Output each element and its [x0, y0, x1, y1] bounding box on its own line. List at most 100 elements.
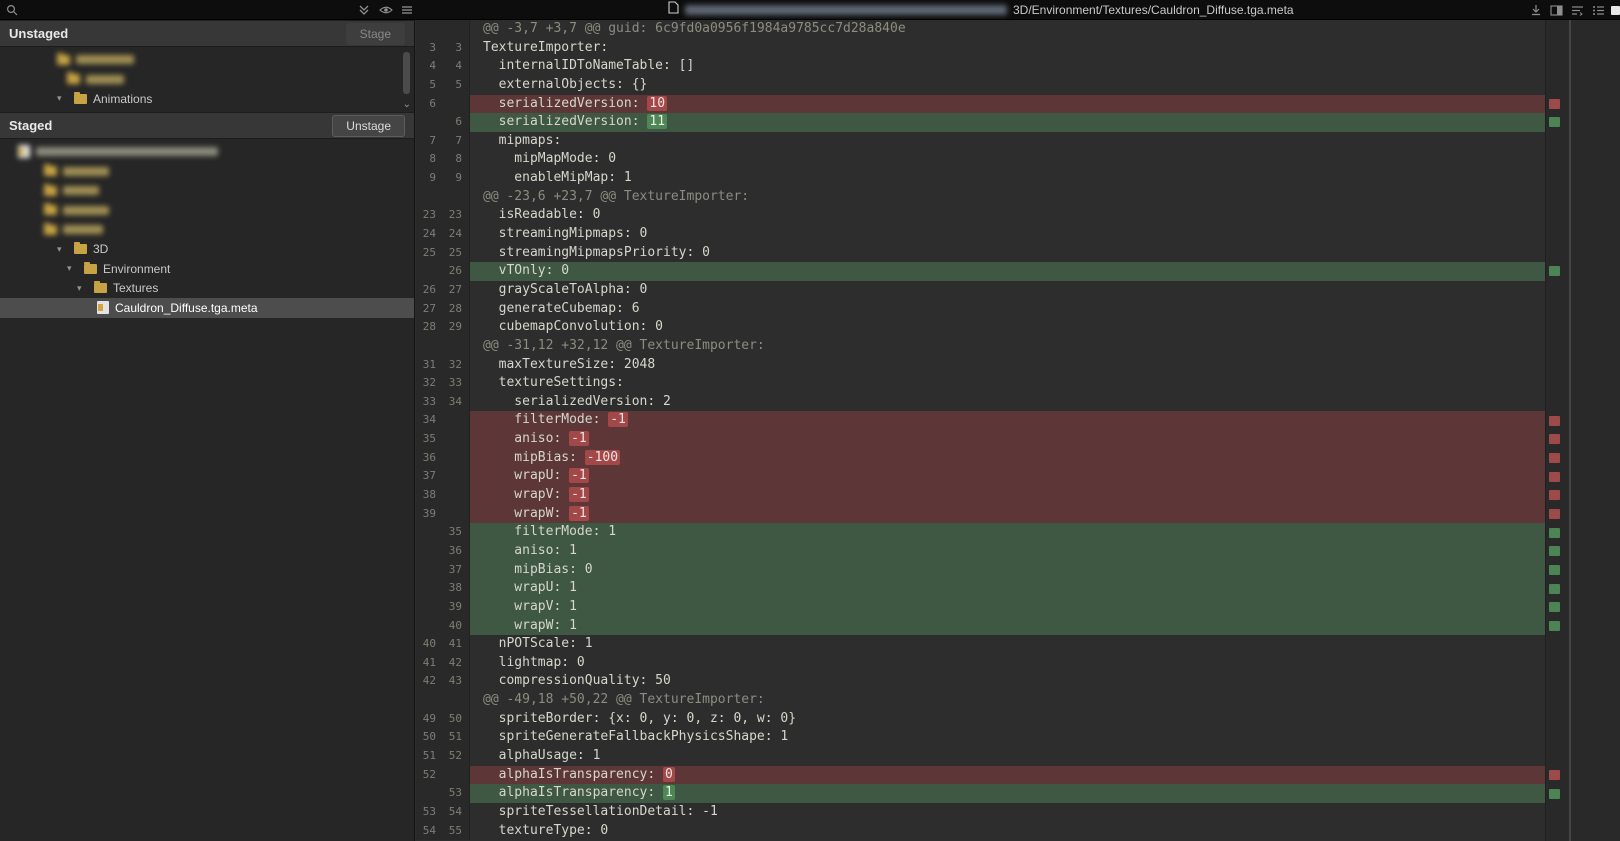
diff-line-text: serializedVersion: 11	[470, 113, 1545, 132]
diff-line-text: spriteGenerateFallbackPhysicsShape: 1	[470, 728, 1545, 747]
diff-line[interactable]: 35 filterMode: 1	[416, 523, 1545, 542]
diff-line[interactable]: 44 internalIDToNameTable: []	[416, 57, 1545, 76]
expand-arrow-icon[interactable]: ▾	[57, 244, 68, 255]
file-path-text: 3D/Environment/Textures/Cauldron_Diffuse…	[1013, 3, 1294, 17]
unstaged-item-redacted[interactable]	[0, 70, 414, 90]
diff-line[interactable]: 4950 spriteBorder: {x: 0, y: 0, z: 0, w:…	[416, 710, 1545, 729]
diff-hunk-header[interactable]: @@ -31,12 +32,12 @@ TextureImporter:	[416, 337, 1545, 356]
line-numbers-icon[interactable]	[1591, 3, 1606, 17]
window-icon[interactable]	[1608, 3, 1620, 17]
diff-hunk-header[interactable]: @@ -23,6 +23,7 @@ TextureImporter:	[416, 188, 1545, 207]
expand-arrow-icon[interactable]: ▾	[77, 283, 88, 294]
new-line-number	[443, 449, 470, 468]
diff-line[interactable]: 36 mipBias: -100	[416, 449, 1545, 468]
diff-scrollbar[interactable]	[1545, 20, 1620, 841]
split-view-icon[interactable]	[1549, 3, 1564, 17]
diff-line[interactable]: 3334 serializedVersion: 2	[416, 393, 1545, 412]
diff-line[interactable]: 39 wrapV: 1	[416, 598, 1545, 617]
staged-item-redacted[interactable]	[0, 142, 414, 162]
diff-line[interactable]: 77 mipmaps:	[416, 132, 1545, 151]
diff-line[interactable]: 35 aniso: -1	[416, 430, 1545, 449]
diff-line[interactable]: 4041 nPOTScale: 1	[416, 635, 1545, 654]
collapse-all-icon[interactable]	[356, 3, 371, 17]
diff-line[interactable]: 3132 maxTextureSize: 2048	[416, 356, 1545, 375]
diff-map-mark	[1549, 266, 1560, 276]
diff-map-mark	[1549, 789, 1560, 799]
diff-line[interactable]: 37 wrapU: -1	[416, 467, 1545, 486]
diff-line[interactable]: 33TextureImporter:	[416, 39, 1545, 58]
diff-line[interactable]: 6 serializedVersion: 10	[416, 95, 1545, 114]
diff-line[interactable]: 36 aniso: 1	[416, 542, 1545, 561]
dock-panel-icon[interactable]	[1528, 3, 1543, 17]
staged-item-environment[interactable]: ▾Environment	[0, 259, 414, 279]
old-line-number: 26	[416, 281, 443, 300]
new-line-number: 38	[443, 579, 470, 598]
new-line-number	[443, 95, 470, 114]
diff-line-text: TextureImporter:	[470, 39, 1545, 58]
expand-arrow-icon[interactable]: ▾	[57, 93, 68, 104]
unstaged-item-animations[interactable]: ▾Animations	[0, 89, 414, 109]
folder-icon	[74, 94, 87, 104]
word-wrap-icon[interactable]	[1570, 3, 1585, 17]
staged-item-redacted[interactable]	[0, 201, 414, 221]
diff-map-mark	[1549, 472, 1560, 482]
diff-line-text: aniso: 1	[470, 542, 1545, 561]
unstaged-scrollbar[interactable]	[403, 52, 410, 94]
diff-line[interactable]: 52 alphaIsTransparency: 0	[416, 766, 1545, 785]
breadcrumb: 3D/Environment/Textures/Cauldron_Diffuse…	[668, 2, 1294, 18]
diff-line[interactable]: 2829 cubemapConvolution: 0	[416, 318, 1545, 337]
diff-map-mark	[1549, 117, 1560, 127]
new-line-number: 54	[443, 803, 470, 822]
stage-button[interactable]: Stage	[346, 23, 405, 45]
diff-line[interactable]: 34 filterMode: -1	[416, 411, 1545, 430]
unstage-button[interactable]: Unstage	[332, 115, 405, 137]
diff-line[interactable]: 4142 lightmap: 0	[416, 654, 1545, 673]
expand-arrow-icon[interactable]: ▾	[67, 263, 78, 274]
redacted-label	[86, 75, 124, 84]
preview-eye-icon[interactable]	[378, 3, 393, 17]
staged-item-redacted[interactable]	[0, 162, 414, 182]
old-line-number: 33	[416, 393, 443, 412]
diff-line-text: cubemapConvolution: 0	[470, 318, 1545, 337]
diff-line[interactable]: 2627 grayScaleToAlpha: 0	[416, 281, 1545, 300]
diff-line[interactable]: 4243 compressionQuality: 50	[416, 672, 1545, 691]
staged-item-textures[interactable]: ▾Textures	[0, 279, 414, 299]
diff-hunk-header[interactable]: @@ -49,18 +50,22 @@ TextureImporter:	[416, 691, 1545, 710]
diff-line[interactable]: 26 vTOnly: 0	[416, 262, 1545, 281]
diff-line[interactable]: 53 alphaIsTransparency: 1	[416, 784, 1545, 803]
diff-hunk-header[interactable]: @@ -3,7 +3,7 @@ guid: 6c9fd0a0956f1984a9…	[416, 20, 1545, 39]
diff-line[interactable]: 2323 isReadable: 0	[416, 206, 1545, 225]
diff-line[interactable]: 88 mipMapMode: 0	[416, 150, 1545, 169]
staged-item-cauldron-diffuse-tga-meta[interactable]: Cauldron_Diffuse.tga.meta	[0, 298, 414, 318]
diff-line[interactable]: 38 wrapU: 1	[416, 579, 1545, 598]
staged-item-redacted[interactable]	[0, 181, 414, 201]
diff-line[interactable]: 2424 streamingMipmaps: 0	[416, 225, 1545, 244]
diff-line[interactable]: 5455 textureType: 0	[416, 822, 1545, 841]
diff-map-mark	[1549, 546, 1560, 556]
diff-line[interactable]: 5152 alphaUsage: 1	[416, 747, 1545, 766]
old-line-number: 4	[416, 57, 443, 76]
diff-line[interactable]: 55 externalObjects: {}	[416, 76, 1545, 95]
diff-map-mark	[1549, 770, 1560, 780]
diff-line[interactable]: 2728 generateCubemap: 6	[416, 300, 1545, 319]
menu-icon[interactable]	[399, 3, 414, 17]
diff-line[interactable]: 5051 spriteGenerateFallbackPhysicsShape:…	[416, 728, 1545, 747]
diff-line-text: @@ -3,7 +3,7 @@ guid: 6c9fd0a0956f1984a9…	[470, 20, 1545, 39]
diff-line[interactable]: 37 mipBias: 0	[416, 561, 1545, 580]
diff-line[interactable]: 38 wrapV: -1	[416, 486, 1545, 505]
diff-line[interactable]: 40 wrapW: 1	[416, 617, 1545, 636]
staged-item-redacted[interactable]	[0, 220, 414, 240]
unstaged-item-redacted[interactable]	[0, 50, 414, 70]
diff-line[interactable]: 99 enableMipMap: 1	[416, 169, 1545, 188]
diff-line[interactable]: 3233 textureSettings:	[416, 374, 1545, 393]
scrollbar-thumb[interactable]	[1569, 20, 1571, 841]
old-line-number: 35	[416, 430, 443, 449]
scroll-down-icon[interactable]: ⌄	[403, 100, 411, 110]
diff-line[interactable]: 39 wrapW: -1	[416, 505, 1545, 524]
diff-line[interactable]: 6 serializedVersion: 11	[416, 113, 1545, 132]
diff-line[interactable]: 2525 streamingMipmapsPriority: 0	[416, 244, 1545, 263]
search-icon[interactable]	[4, 3, 19, 17]
tree-item-label: 3D	[93, 242, 108, 256]
staged-item-3d[interactable]: ▾ 3D	[0, 240, 414, 260]
diff-line[interactable]: 5354 spriteTessellationDetail: -1	[416, 803, 1545, 822]
